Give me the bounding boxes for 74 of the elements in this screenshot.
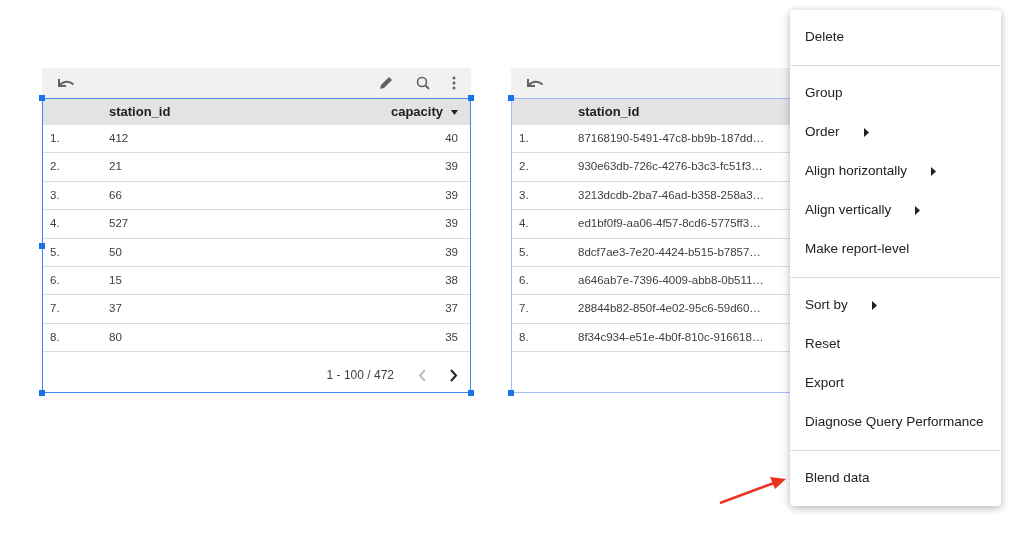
- row-number: 6.: [519, 273, 529, 288]
- resize-handle[interactable]: [39, 390, 45, 396]
- table-cell-text: 412: [109, 131, 129, 147]
- resize-handle[interactable]: [39, 243, 45, 249]
- row-number: 4.: [50, 216, 60, 232]
- table-cell-text: a646ab7e-7396-4009-abb8-0b511…: [578, 273, 764, 288]
- menu-item[interactable]: Reset: [790, 325, 1001, 364]
- menu-item[interactable]: Blend data: [790, 459, 1001, 498]
- table-cell-text: 3213dcdb-2ba7-46ad-b358-258a3…: [578, 187, 765, 203]
- table-cell-text: 39: [445, 187, 458, 203]
- row-number: 1.: [519, 131, 529, 147]
- row-number: 4.: [519, 216, 529, 232]
- pagination-range: 1 - 100 / 472: [326, 367, 394, 384]
- table-cell-text: 37: [109, 301, 122, 317]
- row-number: 6.: [50, 273, 60, 288]
- menu-item[interactable]: Order: [790, 113, 1001, 152]
- row-number: 2.: [50, 159, 60, 175]
- zoom-icon[interactable]: [416, 76, 430, 90]
- table-cell-text: 28844b82-850f-4e02-95c6-59d60…: [578, 301, 761, 317]
- table-cell-text: 8dcf7ae3-7e20-4424-b515-b7857…: [578, 244, 761, 260]
- menu-item[interactable]: Sort by: [790, 286, 1001, 325]
- table-cell-text: 39: [445, 159, 458, 175]
- menu-item[interactable]: Align horizontally: [790, 152, 1001, 191]
- more-icon[interactable]: [452, 76, 456, 90]
- row-number: 3.: [50, 187, 60, 203]
- resize-handle[interactable]: [468, 390, 474, 396]
- menu-item[interactable]: Align vertically: [790, 191, 1001, 230]
- row-number: 5.: [50, 244, 60, 260]
- menu-item[interactable]: Delete: [790, 18, 1001, 57]
- table-cell-text: 37: [445, 301, 458, 317]
- table-cell-text: 80: [109, 329, 122, 345]
- menu-item[interactable]: Group: [790, 74, 1001, 113]
- table-cell-text: 930e63db-726c-4276-b3c3-fc51f3…: [578, 159, 763, 175]
- row-number: 7.: [519, 301, 529, 317]
- submenu-caret-icon: [931, 167, 937, 176]
- row-number: 5.: [519, 244, 529, 260]
- table-cell-text: 39: [445, 244, 458, 260]
- row-number: 1.: [50, 131, 60, 147]
- row-number: 7.: [50, 301, 60, 317]
- pencil-icon[interactable]: [378, 75, 394, 91]
- sort-caret-icon[interactable]: [451, 109, 458, 115]
- undo-icon[interactable]: [57, 78, 75, 88]
- table-cell-text: 15: [109, 273, 122, 288]
- table-cell-text: 39: [445, 216, 458, 232]
- next-page-icon[interactable]: [450, 368, 458, 382]
- undo-icon[interactable]: [526, 78, 544, 88]
- row-number: 8.: [519, 329, 529, 345]
- row-number: 8.: [50, 329, 60, 345]
- menu-item[interactable]: Export: [790, 364, 1001, 403]
- table-cell-text: 8f34c934-e51e-4b0f-810c-916618…: [578, 329, 764, 345]
- arrow-drawing: [719, 477, 786, 505]
- table-cell-text: 66: [109, 187, 122, 203]
- submenu-caret-icon: [871, 301, 877, 310]
- table-cell-text: 87168190-5491-47c8-bb9b-187dd…: [578, 131, 765, 147]
- table-cell-text: 40: [445, 131, 458, 147]
- row-number: 2.: [519, 159, 529, 175]
- resize-handle[interactable]: [39, 95, 45, 101]
- submenu-caret-icon: [863, 128, 869, 137]
- submenu-caret-icon: [915, 206, 921, 215]
- table-cell-text: 21: [109, 159, 122, 175]
- table-cell-text: 35: [445, 329, 458, 345]
- table-cell-text: 527: [109, 216, 129, 232]
- menu-item[interactable]: Make report-level: [790, 230, 1001, 269]
- column-header[interactable]: station_id: [109, 102, 171, 122]
- table-cell-text: ed1bf0f9-aa06-4f57-8cd6-5775ff3…: [578, 216, 761, 232]
- column-header[interactable]: station_id: [578, 102, 640, 122]
- menu-item[interactable]: Diagnose Query Performance: [790, 403, 1001, 442]
- resize-handle[interactable]: [508, 95, 514, 101]
- row-number: 3.: [519, 187, 529, 203]
- resize-handle[interactable]: [508, 390, 514, 396]
- resize-handle[interactable]: [468, 95, 474, 101]
- column-header[interactable]: capacity: [390, 102, 443, 122]
- table-cell-text: 38: [445, 273, 458, 288]
- table-cell-text: 50: [109, 244, 122, 260]
